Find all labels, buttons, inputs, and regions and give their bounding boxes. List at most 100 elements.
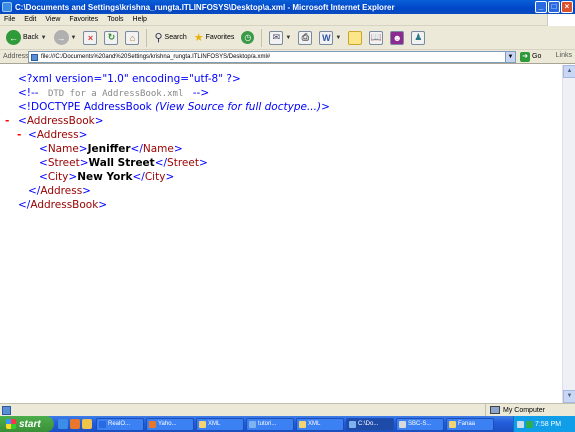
lt: < [39,171,48,183]
menu-file[interactable]: File [4,16,15,23]
outlook-quicklaunch-icon[interactable] [82,419,92,429]
mail-button[interactable]: ✉ ▼ [267,28,293,48]
name-tag-close: Name [142,143,174,155]
street-tag: Street [47,157,80,169]
lt-slash: </ [132,171,145,183]
task-label: XML [308,421,321,427]
go-button[interactable]: ➜ Go [520,51,542,62]
doctype-open: <!DOCTYPE AddressBook [18,101,156,113]
forward-dropdown-icon[interactable]: ▼ [71,35,77,41]
address-label: Address [3,53,29,60]
edit-dropdown-icon[interactable]: ▼ [335,35,341,41]
search-button[interactable]: ⚲ Search [152,28,188,48]
folder-icon [199,420,206,428]
close-button[interactable]: × [561,1,573,13]
task-sbc[interactable]: SBC-S... [396,417,444,431]
address-tag-close: Address [40,185,83,197]
address-input[interactable]: file:///C:/Documents%20and%20Settings/kr… [28,50,516,63]
stop-button[interactable]: × [81,28,99,48]
taskbar: start RealO... Yaho... XML tutori... XML… [0,416,575,432]
sbc-icon [399,420,406,428]
maximize-button[interactable]: □ [548,1,560,13]
extra-button[interactable]: ♟ [409,28,427,48]
lt: < [18,115,27,127]
comment-open: <!-- [18,87,39,99]
doctype-close: > [321,101,330,113]
window-title: C:\Documents and Settings\krishna_rungta… [15,2,395,12]
back-dropdown-icon[interactable]: ▼ [41,35,47,41]
window-controls: _ □ × [535,1,573,13]
task-tutorial[interactable]: tutori... [246,417,294,431]
windows-flag-icon [6,419,16,429]
discuss-button[interactable] [346,28,364,48]
forward-button[interactable]: → ▼ [52,28,79,48]
task-fanaa[interactable]: Fanaa [446,417,494,431]
menu-tools[interactable]: Tools [107,16,123,23]
task-xml-folder-2[interactable]: XML [296,417,344,431]
computer-icon [490,406,500,414]
xml-declaration: <?xml version="1.0" encoding="utf-8" ?> [18,73,241,86]
network-icon[interactable] [517,420,524,428]
street-tag-close: Street [167,157,199,169]
status-bar: My Computer [0,403,575,416]
minimize-button[interactable]: _ [535,1,547,13]
task-current-ie[interactable]: C:\Do... [346,417,394,431]
go-label: Go [532,53,542,60]
xml-decl-text: <?xml version="1.0" encoding="utf-8" ?> [18,73,241,85]
toolbar-separator [146,28,148,47]
task-realone[interactable]: RealO... [96,417,144,431]
task-label: XML [208,421,221,427]
xml-doctype: <!DOCTYPE AddressBook (View Source for f… [18,101,330,114]
clock[interactable]: 7:58 PM [535,421,561,428]
street-value: Wall Street [88,157,155,169]
back-label: Back [23,34,39,41]
ie-quicklaunch-icon[interactable] [58,419,68,429]
print-button[interactable]: ⎙ [296,28,314,48]
task-xml-folder[interactable]: XML [196,417,244,431]
research-button[interactable]: 📖 [367,28,385,48]
start-button[interactable]: start [0,416,54,432]
system-tray: 7:58 PM [513,416,575,432]
gt: > [82,185,91,197]
comment-text: DTD for a AddressBook.xml [47,89,184,99]
collapse-address-toggle[interactable]: - [17,129,21,142]
firefox-quicklaunch-icon[interactable] [70,419,80,429]
ie-icon [249,420,256,428]
printer-icon: ⎙ [298,30,313,45]
note-icon [348,30,363,45]
collapse-addressbook-toggle[interactable]: - [5,115,9,128]
menu-edit[interactable]: Edit [24,16,36,23]
menu-help[interactable]: Help [133,16,147,23]
task-label: SBC-S... [408,421,432,427]
back-button[interactable]: ← Back ▼ [4,28,49,48]
gt: > [198,157,208,169]
windows-logo-icon [547,14,575,26]
forward-arrow-icon: → [53,30,69,45]
name-element: <Name>Jeniffer</Name> [39,143,183,156]
menu-favorites[interactable]: Favorites [69,16,98,23]
scroll-up-icon[interactable]: ▲ [563,65,575,78]
menu-view[interactable]: View [45,16,60,23]
task-label: Fanaa [458,421,476,427]
address-dropdown-icon[interactable]: ▼ [505,51,515,62]
favorites-button[interactable]: ★ Favorites [192,28,237,48]
messenger-tray-icon[interactable] [526,420,533,428]
messenger-button[interactable]: ☻ [388,28,406,48]
favorites-label: Favorites [205,34,235,41]
refresh-button[interactable]: ↻ [102,28,120,48]
city-value: New York [77,171,133,183]
history-button[interactable]: ◷ [239,28,256,48]
links-button[interactable]: Links [556,52,572,59]
vertical-scrollbar[interactable]: ▲ ▼ [562,65,575,403]
scroll-down-icon[interactable]: ▼ [563,390,575,403]
back-arrow-icon: ← [6,30,21,45]
lt-slash: </ [18,199,31,211]
mail-dropdown-icon[interactable]: ▼ [285,35,291,41]
task-yahoo[interactable]: Yaho... [146,417,194,431]
gt: > [78,143,88,155]
start-label: start [19,418,41,430]
edit-button[interactable]: W ▼ [317,28,343,48]
search-label: Search [164,34,187,41]
home-button[interactable]: ⌂ [123,28,141,48]
lt: < [39,157,48,169]
